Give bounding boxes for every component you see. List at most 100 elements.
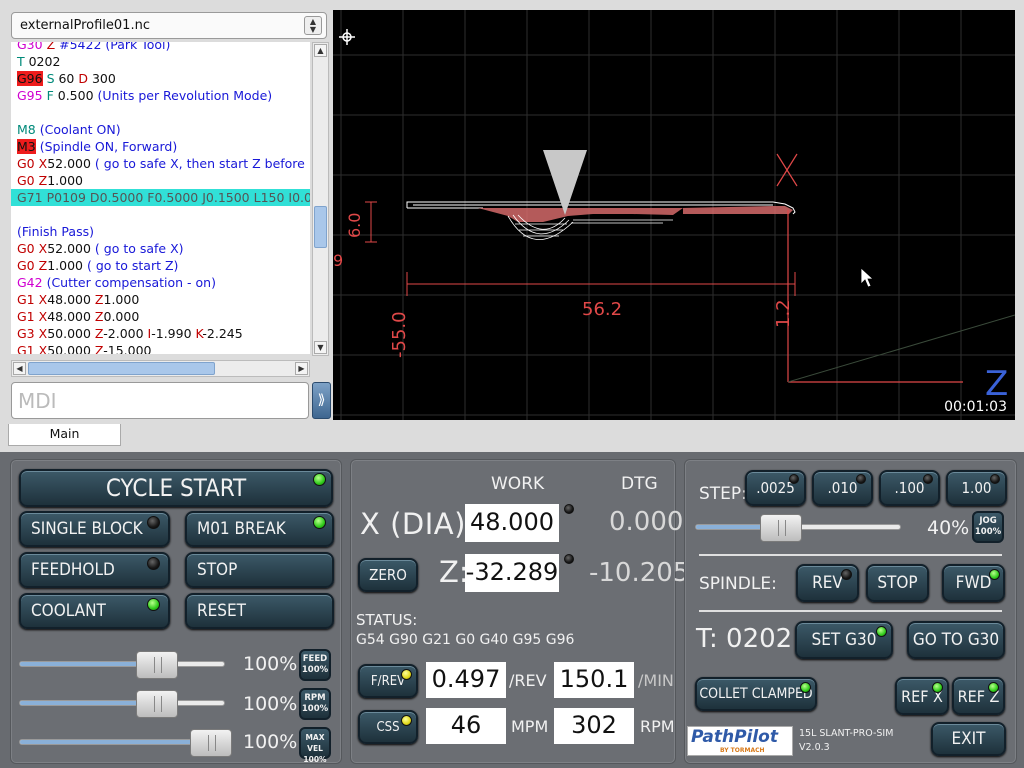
toolpath-viewport[interactable]: Z 56.2 -55.0 1.2 6.0 9 00:01:03 [333, 10, 1015, 420]
dim-right-label: 1.2 [773, 299, 794, 328]
gcode-token: ( go to start Z) [86, 258, 179, 273]
gcode-token: Z [94, 292, 104, 307]
program-control-panel: CYCLE START SINGLE BLOCK M01 BREAK FEEDH… [10, 459, 342, 764]
gcode-token: ( go to safe X) [94, 241, 184, 256]
zero-button[interactable]: ZERO [358, 558, 418, 592]
gcode-line[interactable] [11, 104, 310, 121]
reset-button[interactable]: RESET [185, 593, 334, 629]
gcode-token: -2.000 [103, 326, 148, 341]
file-selector[interactable]: externalProfile01.nc ▲ ▼ [11, 12, 327, 39]
gcode-line[interactable]: (Finish Pass) [11, 223, 310, 240]
gcode-line[interactable]: G0 X52.000 ( go to safe X) [11, 240, 310, 257]
gcode-line[interactable]: G42 (Cutter compensation - on) [11, 274, 310, 291]
stop-button[interactable]: STOP [185, 552, 334, 588]
gcode-line[interactable]: G0 X52.000 ( go to safe X, then start Z … [11, 155, 310, 172]
jog-slider-fill [696, 525, 766, 529]
mdi-input[interactable]: MDI [11, 382, 309, 419]
scroll-down-icon[interactable]: ▼ [314, 341, 327, 354]
gcode-line[interactable]: G0 Z1.000 ( go to start Z) [11, 257, 310, 274]
exit-button[interactable]: EXIT [931, 722, 1006, 756]
jog-speed-slider[interactable] [695, 514, 901, 542]
collet-clamped-label: COLLET CLAMPED [699, 686, 813, 702]
m01-break-button[interactable]: M01 BREAK [185, 511, 334, 547]
jog-reset-button[interactable]: JOG 100% [972, 511, 1004, 543]
scroll-thumb-horizontal[interactable] [28, 362, 215, 375]
viewport-grid [333, 10, 1015, 420]
x-axis-marker [776, 153, 798, 187]
logo-subtext: BY TORMACH [720, 747, 765, 754]
gcode-line[interactable]: G71 P0109 D0.5000 F0.5000 J0.1500 L150 I… [11, 189, 310, 206]
css-led [401, 715, 412, 726]
tab-main[interactable]: Main [8, 424, 121, 446]
feedhold-button[interactable]: FEEDHOLD [19, 552, 170, 588]
go-to-g30-button[interactable]: GO TO G30 [907, 621, 1005, 659]
gcode-listing[interactable]: G30 Z #5422 (Park Tool) T 0202 G96 S 60 D … [11, 42, 310, 354]
gcode-token: S [42, 71, 59, 86]
gcode-token: G71 [17, 190, 47, 205]
feed-override-slider[interactable] [19, 651, 225, 679]
gcode-line[interactable]: G0 Z1.000 [11, 172, 310, 189]
scroll-up-icon[interactable]: ▲ [314, 44, 327, 57]
gcode-token: L [253, 190, 261, 205]
gcode-token: 300 [91, 71, 116, 86]
gcode-line[interactable] [11, 206, 310, 223]
maxvel-slider-knob[interactable] [190, 729, 232, 757]
feedhold-label: FEEDHOLD [31, 560, 115, 580]
maxvel-override-slider[interactable] [19, 729, 232, 757]
collet-clamped-button[interactable]: COLLET CLAMPED [695, 677, 817, 711]
f-rev-label: F/REV [370, 673, 406, 689]
feed-per-rev-field[interactable]: 0.497 [426, 662, 506, 698]
gcode-line[interactable]: G30 Z #5422 (Park Tool) [11, 42, 310, 53]
z-work-field[interactable]: -32.289 [465, 554, 559, 592]
gcode-line[interactable]: G95 F 0.500 (Units per Revolution Mode) [11, 87, 310, 104]
x-work-field[interactable]: 48.000 [465, 504, 559, 542]
maxvel-override-reset-button[interactable]: MAX VEL 100% [299, 727, 331, 764]
gcode-line[interactable]: G3 X50.000 Z-2.000 I-1.990 K-2.245 [11, 325, 310, 342]
maxvel-slider-fill [20, 740, 192, 744]
rpm-slider-knob[interactable] [136, 690, 178, 718]
dim-left-label: -55.0 [389, 311, 410, 358]
gcode-line[interactable]: T 0202 [11, 53, 310, 70]
scroll-right-icon[interactable]: ▶ [295, 362, 308, 375]
spindle-label: SPINDLE: [699, 574, 777, 594]
gcode-line[interactable]: G1 X48.000 Z0.000 [11, 308, 310, 325]
gcode-line[interactable]: G96 S 60 D 300 [11, 70, 310, 87]
scroll-left-icon[interactable]: ◀ [13, 362, 26, 375]
gcode-horizontal-scrollbar[interactable]: ◀ ▶ [11, 360, 310, 377]
mouse-pointer-icon [860, 267, 875, 288]
mpm-unit: MPM [511, 717, 549, 736]
gcode-line[interactable]: G1 X50.000 Z-15.000 [11, 342, 310, 354]
gcode-token: (Coolant ON) [39, 122, 121, 137]
spindle-rev-label: REV [812, 573, 843, 593]
rpm-override-reset-button[interactable]: RPM 100% [299, 688, 331, 720]
gcode-line[interactable]: G1 X48.000 Z1.000 [11, 291, 310, 308]
rpm-override-slider[interactable] [19, 690, 225, 718]
feed-per-min-field[interactable]: 150.1 [554, 662, 634, 698]
spindle-rpm-field[interactable]: 302 [554, 708, 634, 744]
gcode-token: (Units per Revolution Mode) [97, 88, 273, 103]
x-dtg-value: 0.000 [609, 507, 684, 537]
gcode-token: 0109 [54, 190, 90, 205]
scroll-thumb[interactable] [314, 206, 327, 248]
gcode-line[interactable]: M3 (Spindle ON, Forward) [11, 138, 310, 155]
cycle-start-button[interactable]: CYCLE START [19, 469, 333, 507]
coolant-button[interactable]: COOLANT [19, 593, 170, 629]
feed-override-reset-button[interactable]: FEED 100% [299, 649, 331, 681]
gcode-token: 50.000 [47, 326, 95, 341]
single-block-label: SINGLE BLOCK [31, 519, 143, 539]
ref-z-led [988, 682, 999, 693]
spindle-stop-button[interactable]: STOP [866, 564, 929, 602]
ref-x-led [932, 682, 943, 693]
gcode-token: 52.000 [47, 241, 95, 256]
feed-reset-value: 100% [301, 665, 329, 675]
gcode-token: 0.0750 [292, 190, 310, 205]
mdi-submit-button[interactable]: ⟫ [312, 382, 331, 419]
css-mpm-field[interactable]: 46 [426, 708, 506, 744]
gcode-line[interactable]: M8 (Coolant ON) [11, 121, 310, 138]
jog-slider-knob[interactable] [760, 514, 802, 542]
single-block-button[interactable]: SINGLE BLOCK [19, 511, 170, 547]
feed-slider-knob[interactable] [136, 651, 178, 679]
gcode-vertical-scrollbar[interactable]: ▲ ▼ [312, 42, 329, 356]
gcode-token: X [38, 343, 48, 354]
jog-reset-label: JOG [979, 516, 997, 526]
